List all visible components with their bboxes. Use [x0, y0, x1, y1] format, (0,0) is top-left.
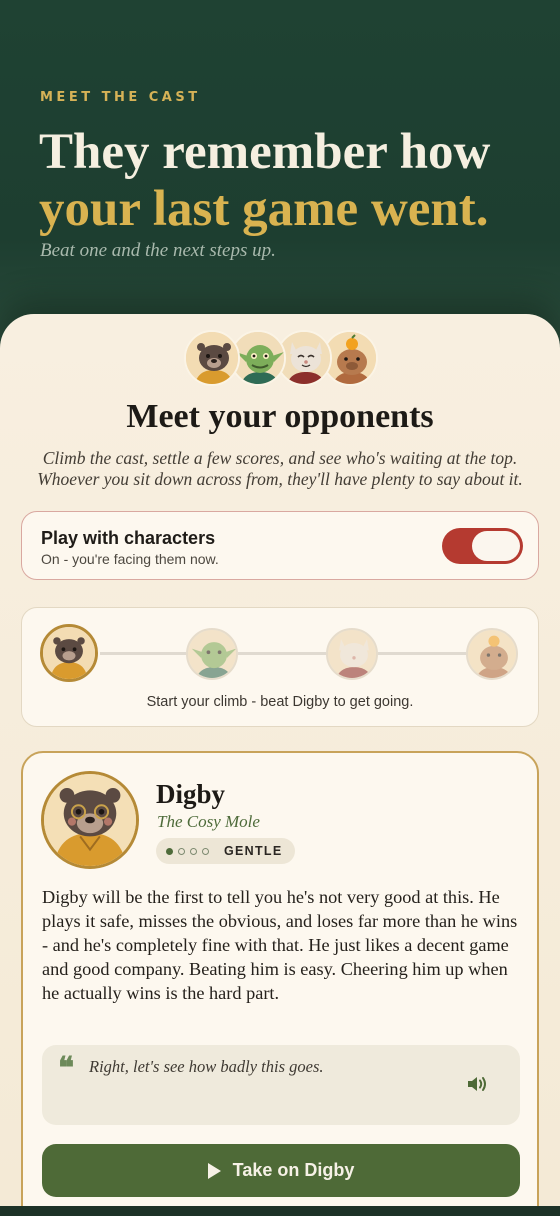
quote-icon: ❝	[58, 1052, 75, 1085]
ladder-step-mole[interactable]	[40, 624, 98, 682]
take-on-opponent-button[interactable]: Take on Digby	[42, 1144, 520, 1197]
page-title: They remember how your last game went.	[39, 124, 549, 238]
opponent-name: Digby	[156, 779, 226, 809]
opponent-card: Digby The Cosy Mole GENTLE Digby will be…	[21, 751, 539, 1216]
toggle-knob	[472, 531, 520, 561]
difficulty-label: GENTLE	[224, 844, 283, 858]
difficulty-badge: GENTLE	[156, 838, 295, 864]
cast-avatar-group	[184, 330, 384, 386]
ladder-step-goblin[interactable]	[186, 628, 238, 680]
cta-label: Take on Digby	[232, 1160, 355, 1180]
mole-avatar	[184, 330, 240, 386]
hero-subtitle: Beat one and the next steps up.	[40, 240, 276, 261]
difficulty-dot-empty	[178, 847, 185, 855]
ladder-step-capybara[interactable]	[466, 628, 518, 680]
opponent-portrait	[41, 771, 139, 869]
headline-line-1: They remember how	[39, 124, 491, 180]
difficulty-dot-empty	[202, 847, 209, 855]
section-title: Meet your opponents	[126, 398, 434, 435]
bottom-bar	[0, 1206, 560, 1216]
opponent-bio: Digby will be the first to tell you he's…	[42, 887, 518, 1003]
toggle-subtitle: On - you're facing them now.	[41, 551, 219, 567]
ladder-caption: Start your climb - beat Digby to get goi…	[146, 694, 414, 710]
difficulty-dot-filled	[166, 847, 173, 855]
difficulty-dot-empty	[190, 847, 197, 855]
characters-toggle-card[interactable]: Play with characters On - you're facing …	[21, 511, 539, 580]
ladder-step-cat[interactable]	[326, 628, 378, 680]
characters-toggle-switch[interactable]	[442, 528, 523, 564]
ladder-connector	[238, 652, 326, 655]
quote-text: Right, let's see how badly this goes.	[89, 1057, 324, 1076]
opponent-epithet: The Cosy Mole	[157, 812, 260, 831]
progress-ladder: Start your climb - beat Digby to get goi…	[21, 607, 539, 727]
ladder-connector	[378, 652, 466, 655]
toggle-title: Play with characters	[41, 528, 216, 548]
opponent-quote: ❝ Right, let's see how badly this goes.	[42, 1045, 520, 1125]
ladder-connector	[100, 652, 186, 655]
headline-line-2: your last game went.	[39, 181, 489, 237]
section-lead: Climb the cast, settle a few scores, and…	[37, 448, 523, 489]
hero-section: MEET THE CAST They remember how your las…	[0, 0, 560, 340]
eyebrow: MEET THE CAST	[40, 90, 201, 105]
play-icon	[207, 1162, 221, 1179]
speaker-icon[interactable]	[466, 1074, 490, 1094]
